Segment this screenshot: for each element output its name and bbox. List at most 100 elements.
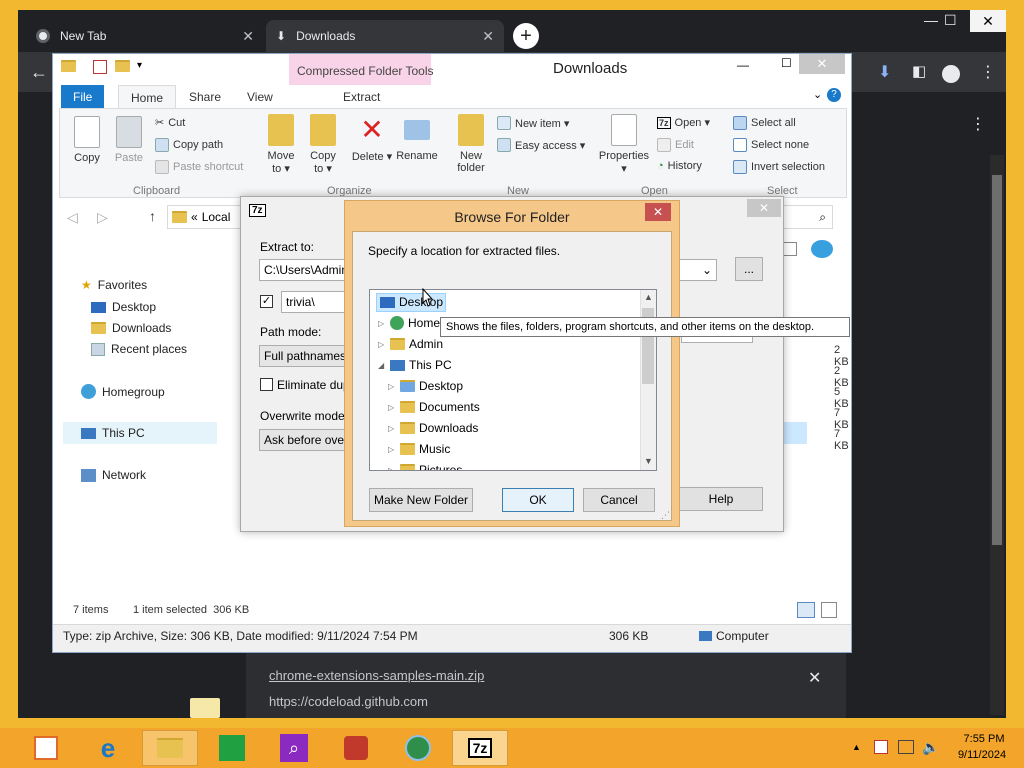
tree-item-home[interactable]: ▷ Home bbox=[378, 316, 440, 330]
eliminate-duplicates-checkbox[interactable] bbox=[260, 378, 273, 391]
new-folder-icon[interactable] bbox=[115, 60, 130, 75]
ok-button[interactable]: OK bbox=[502, 488, 574, 512]
edit-button[interactable]: Edit bbox=[657, 138, 694, 152]
back-icon[interactable]: ← bbox=[30, 62, 48, 83]
copy-path-button[interactable]: Copy path bbox=[155, 138, 223, 152]
nav-recent[interactable]: Recent places bbox=[91, 342, 187, 356]
nav-thispc[interactable]: This PC bbox=[81, 426, 145, 440]
open-button[interactable]: 7z Open ▾ bbox=[657, 116, 710, 129]
store-taskbar-button[interactable] bbox=[204, 730, 260, 766]
selected-row[interactable] bbox=[783, 422, 807, 444]
new-folder-button[interactable]: New folder bbox=[451, 114, 491, 174]
browse-button[interactable]: ... bbox=[735, 257, 763, 281]
tree-item-documents[interactable]: ▷ Documents bbox=[388, 400, 480, 414]
tree-item-music[interactable]: ▷ Music bbox=[388, 442, 450, 456]
tab-new-tab[interactable]: New Tab ✕ bbox=[26, 20, 264, 52]
resize-grip-icon[interactable]: ⋰ bbox=[661, 510, 670, 521]
move-to-button[interactable]: Move to ▾ bbox=[263, 114, 299, 175]
copy-button[interactable]: Copy bbox=[67, 116, 107, 164]
tab-home[interactable]: Home bbox=[118, 85, 177, 109]
tab-downloads[interactable]: ⬇ Downloads ✕ bbox=[266, 20, 504, 52]
minimize-icon[interactable]: — bbox=[924, 12, 938, 28]
address-bar[interactable]: « Local bbox=[167, 205, 247, 229]
easy-access-button[interactable]: Easy access ▾ bbox=[497, 138, 585, 152]
delete-button[interactable]: ✕ Delete ▾ bbox=[351, 114, 393, 163]
overwrite-mode-select[interactable]: Ask before overw bbox=[259, 429, 345, 451]
tab-share[interactable]: Share bbox=[177, 85, 233, 109]
more-icon[interactable]: ⋮ bbox=[970, 114, 986, 134]
tool-taskbar-button[interactable] bbox=[328, 730, 384, 766]
remove-download-icon[interactable]: ✕ bbox=[808, 668, 821, 688]
cut-button[interactable]: ✂ Cut bbox=[155, 116, 185, 130]
minimize-icon[interactable]: — bbox=[737, 58, 749, 72]
close-icon[interactable]: ✕ bbox=[747, 199, 781, 217]
network-icon[interactable] bbox=[898, 740, 914, 754]
make-new-folder-button[interactable]: Make New Folder bbox=[369, 488, 473, 512]
tab-extract[interactable]: Extract bbox=[331, 85, 392, 109]
show-hidden-icons-icon[interactable]: ▲ bbox=[852, 742, 861, 752]
sevenzip-taskbar-button[interactable]: 7z bbox=[452, 730, 508, 766]
scrollbar-thumb[interactable] bbox=[992, 175, 1002, 545]
close-icon[interactable]: ✕ bbox=[970, 10, 1006, 32]
ie-taskbar-button[interactable]: e bbox=[80, 730, 136, 766]
nav-favorites[interactable]: ★ Favorites bbox=[81, 278, 147, 292]
start-button[interactable] bbox=[18, 730, 74, 766]
maximize-icon[interactable]: ☐ bbox=[944, 12, 957, 29]
details-view-icon[interactable] bbox=[797, 602, 815, 618]
clock-time[interactable]: 7:55 PM bbox=[954, 733, 1014, 745]
nav-homegroup[interactable]: Homegroup bbox=[81, 384, 165, 399]
forward-icon[interactable]: ▷ bbox=[97, 209, 108, 226]
tree-item-thispc[interactable]: ◢ This PC bbox=[378, 358, 452, 372]
extract-to-dropdown[interactable]: ⌄ bbox=[677, 259, 717, 281]
nav-network[interactable]: Network bbox=[81, 468, 146, 482]
close-icon[interactable]: ✕ bbox=[482, 28, 494, 45]
subfolder-checkbox[interactable]: ✓ bbox=[260, 295, 273, 308]
tree-item-downloads[interactable]: ▷ Downloads bbox=[388, 421, 478, 435]
copy-to-button[interactable]: Copy to ▾ bbox=[305, 114, 341, 175]
history-button[interactable]: ◔ History bbox=[657, 160, 702, 172]
properties-icon[interactable] bbox=[93, 60, 107, 74]
search-box[interactable]: ⌕ bbox=[783, 205, 833, 229]
properties-button[interactable]: Properties ▾ bbox=[597, 114, 651, 175]
tree-item-pictures[interactable]: ▷ Pictures bbox=[388, 463, 462, 470]
tree-item-admin[interactable]: ▷ Admin bbox=[378, 337, 443, 351]
select-none-button[interactable]: Select none bbox=[733, 138, 809, 152]
expand-ribbon-icon[interactable]: ⌄ bbox=[813, 88, 822, 101]
new-tab-button[interactable]: + bbox=[513, 23, 539, 49]
maximize-icon[interactable]: ☐ bbox=[781, 56, 792, 70]
share-icon[interactable] bbox=[811, 240, 833, 258]
rename-button[interactable]: Rename bbox=[395, 114, 439, 162]
new-item-button[interactable]: New item ▾ bbox=[497, 116, 569, 130]
invert-selection-button[interactable]: Invert selection bbox=[733, 160, 825, 174]
help-button[interactable]: Help bbox=[679, 487, 763, 511]
sidepanel-icon[interactable]: ◧ bbox=[912, 62, 926, 80]
tab-view[interactable]: View bbox=[235, 85, 285, 109]
profile-icon[interactable] bbox=[942, 65, 960, 83]
clock-date[interactable]: 9/11/2024 bbox=[950, 749, 1014, 761]
path-mode-select[interactable]: Full pathnames bbox=[259, 345, 345, 367]
scroll-up-icon[interactable]: ▲ bbox=[644, 292, 653, 302]
close-icon[interactable]: ✕ bbox=[799, 54, 845, 74]
download-icon[interactable]: ⬇ bbox=[878, 62, 891, 82]
help-icon[interactable]: ? bbox=[827, 88, 841, 102]
close-icon[interactable]: ✕ bbox=[645, 203, 671, 221]
nav-desktop[interactable]: Desktop bbox=[91, 300, 156, 314]
large-icons-view-icon[interactable] bbox=[821, 602, 837, 618]
select-all-button[interactable]: Select all bbox=[733, 116, 796, 130]
search-taskbar-button[interactable]: ⌕ bbox=[266, 730, 322, 766]
close-icon[interactable]: ✕ bbox=[242, 28, 254, 45]
extract-to-input[interactable]: C:\Users\Admin\ bbox=[259, 259, 349, 281]
cancel-button[interactable]: Cancel bbox=[583, 488, 655, 512]
back-icon[interactable]: ◁ bbox=[67, 209, 78, 226]
preview-pane-icon[interactable] bbox=[783, 242, 797, 256]
action-center-icon[interactable] bbox=[874, 740, 888, 754]
volume-icon[interactable]: 🔈 bbox=[922, 739, 939, 756]
scroll-down-icon[interactable]: ▼ bbox=[644, 456, 653, 466]
tree-item-pc-desktop[interactable]: ▷ Desktop bbox=[388, 379, 463, 393]
explorer-taskbar-button[interactable] bbox=[142, 730, 198, 766]
more-icon[interactable]: ⋮ bbox=[980, 62, 996, 82]
paste-shortcut-button[interactable]: Paste shortcut bbox=[155, 160, 243, 174]
subfolder-input[interactable]: trivia\ bbox=[281, 291, 345, 313]
up-icon[interactable]: ↑ bbox=[149, 208, 156, 224]
tab-file[interactable]: File bbox=[61, 85, 105, 109]
